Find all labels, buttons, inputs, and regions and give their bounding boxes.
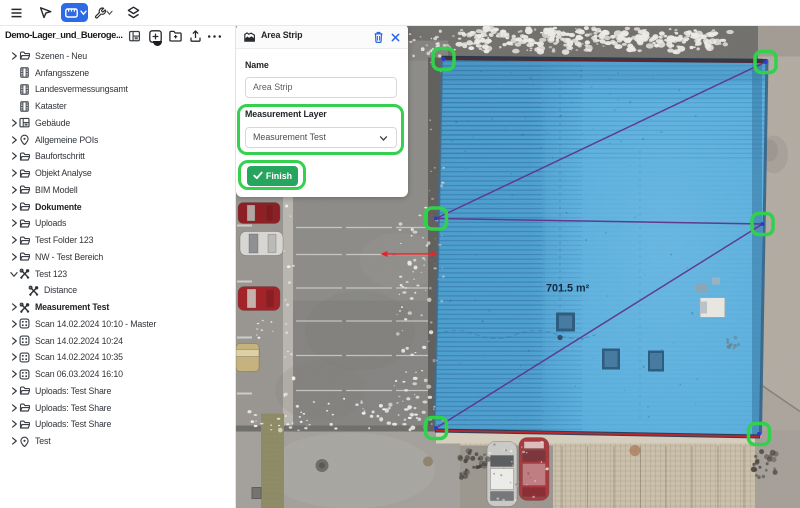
svg-text:701.5 m²: 701.5 m²	[546, 282, 590, 294]
